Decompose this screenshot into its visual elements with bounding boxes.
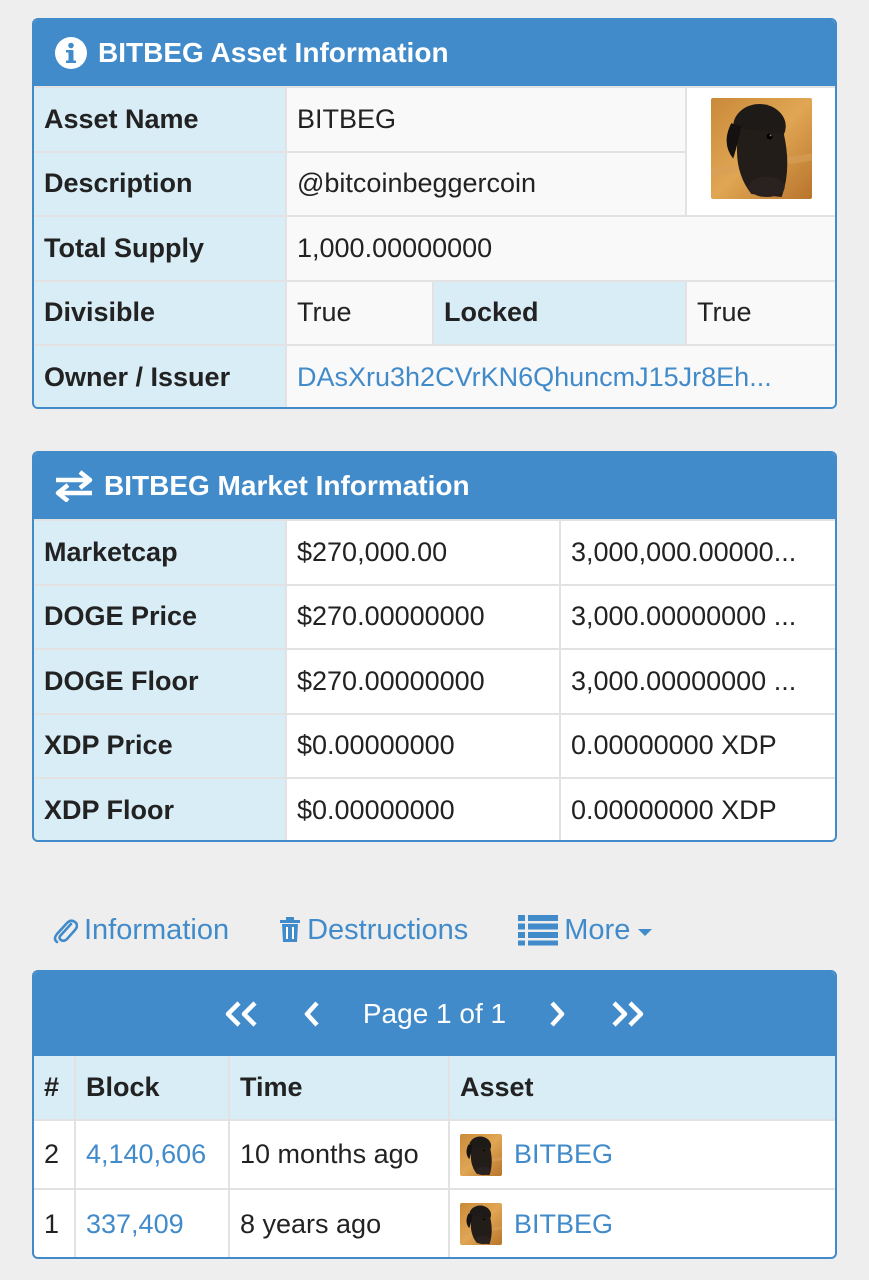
chevron-left-icon	[304, 1001, 319, 1027]
table-row: 2 4,140,606 10 months ago BITBEG	[34, 1119, 835, 1190]
table-row: Divisible True Locked True	[34, 279, 835, 346]
table-row: XDP Price $0.00000000 0.00000000 XDP	[34, 712, 835, 779]
table-row: Total Supply 1,000.00000000	[34, 215, 835, 282]
asset-thumbnail	[460, 1134, 502, 1176]
divisible-label: Divisible	[34, 279, 287, 346]
locked-label: Locked	[432, 279, 687, 346]
market-row-native: 3,000.00000000 ...	[559, 648, 835, 715]
tab-more-dropdown[interactable]: More	[518, 913, 653, 947]
row-number: 1	[34, 1188, 76, 1257]
column-header-time: Time	[228, 1056, 450, 1121]
market-row-usd: $0.00000000	[285, 777, 561, 840]
table-row: Asset Name BITBEG	[34, 86, 835, 217]
paperclip-icon	[52, 916, 78, 944]
row-asset-cell: BITBEG	[448, 1119, 835, 1190]
total-supply-label: Total Supply	[34, 215, 287, 282]
chevron-right-icon	[550, 1001, 565, 1027]
table-row: DOGE Price $270.00000000 3,000.00000000 …	[34, 583, 835, 650]
double-chevron-left-icon	[225, 1001, 257, 1027]
market-panel-header: BITBEG Market Information	[34, 453, 835, 519]
section-tabs: Information Destructions More	[32, 900, 837, 960]
table-row: XDP Floor $0.00000000 0.00000000 XDP	[34, 777, 835, 840]
asset-information-panel: BITBEG Asset Information Asset Name BITB…	[32, 18, 837, 409]
asset-image-cell	[685, 86, 835, 217]
table-row: Marketcap $270,000.00 3,000,000.00000...	[34, 519, 835, 586]
owner-issuer-link[interactable]: DAsXru3h2CVrKN6QhuncmJ15Jr8Eh...	[285, 344, 835, 407]
market-row-native: 0.00000000 XDP	[559, 777, 835, 840]
locked-value: True	[685, 279, 835, 346]
market-row-native: 3,000,000.00000...	[559, 519, 835, 586]
table-row: Owner / Issuer DAsXru3h2CVrKN6QhuncmJ15J…	[34, 344, 835, 407]
table-row: DOGE Floor $270.00000000 3,000.00000000 …	[34, 648, 835, 715]
info-circle-icon	[54, 36, 88, 70]
table-header-row: # Block Time Asset	[34, 1056, 835, 1121]
tab-destructions[interactable]: Destructions	[279, 914, 468, 947]
asset-thumbnail	[460, 1203, 502, 1245]
description-value: @bitcoinbeggercoin	[285, 150, 686, 217]
market-row-label: DOGE Price	[34, 583, 287, 650]
market-row-usd: $270.00000000	[285, 583, 561, 650]
market-row-label: XDP Floor	[34, 777, 287, 840]
market-row-label: Marketcap	[34, 519, 287, 586]
asset-name-value: BITBEG	[285, 86, 687, 153]
market-row-native: 3,000.00000000 ...	[559, 583, 835, 650]
tab-information-label: Information	[84, 913, 230, 946]
owner-issuer-label: Owner / Issuer	[34, 344, 287, 407]
tab-information[interactable]: Information	[52, 914, 229, 947]
row-time: 8 years ago	[228, 1188, 450, 1257]
asset-avatar	[711, 98, 812, 199]
prev-page-button[interactable]	[301, 1000, 323, 1028]
asset-info-table: Asset Name BITBEG Description @bitcoinbe…	[34, 86, 835, 407]
caret-down-icon	[638, 928, 653, 936]
list-icon	[518, 914, 559, 946]
market-info-table: Marketcap $270,000.00 3,000,000.00000...…	[34, 519, 835, 840]
market-panel-title: BITBEG Market Information	[104, 470, 470, 501]
tab-destructions-label: Destructions	[307, 913, 469, 946]
asset-panel-title: BITBEG Asset Information	[98, 37, 449, 68]
row-number: 2	[34, 1119, 76, 1190]
description-label: Description	[34, 150, 287, 217]
double-chevron-right-icon	[612, 1001, 644, 1027]
market-row-usd: $0.00000000	[285, 712, 561, 779]
page-indicator: Page 1 of 1	[362, 998, 507, 1029]
column-header-asset: Asset	[448, 1056, 835, 1121]
asset-link[interactable]: BITBEG	[514, 1139, 613, 1170]
exchange-arrows-icon	[54, 470, 94, 502]
tab-more-label: More	[564, 913, 631, 946]
total-supply-value: 1,000.00000000	[285, 215, 835, 282]
row-asset-cell: BITBEG	[448, 1188, 835, 1257]
asset-name-label: Asset Name	[34, 86, 287, 153]
divisible-value: True	[285, 279, 434, 346]
first-page-button[interactable]	[221, 1000, 261, 1028]
column-header-block: Block	[74, 1056, 230, 1121]
table-row: 1 337,409 8 years ago BITBEG	[34, 1188, 835, 1257]
asset-panel-header: BITBEG Asset Information	[34, 20, 835, 86]
pager: Page 1 of 1	[34, 972, 835, 1056]
history-panel: Page 1 of 1 # Block Time Asset 2 4,140,6…	[32, 970, 837, 1259]
block-link[interactable]: 4,140,606	[74, 1119, 230, 1190]
column-header-number: #	[34, 1056, 76, 1121]
next-page-button[interactable]	[546, 1000, 568, 1028]
row-time: 10 months ago	[228, 1119, 450, 1190]
history-table: # Block Time Asset 2 4,140,606 10 months…	[34, 1056, 835, 1257]
asset-link[interactable]: BITBEG	[514, 1209, 613, 1240]
market-information-panel: BITBEG Market Information Marketcap $270…	[32, 451, 837, 842]
last-page-button[interactable]	[608, 1000, 648, 1028]
market-row-label: XDP Price	[34, 712, 287, 779]
market-row-label: DOGE Floor	[34, 648, 287, 715]
market-row-native: 0.00000000 XDP	[559, 712, 835, 779]
market-row-usd: $270,000.00	[285, 519, 561, 586]
block-link[interactable]: 337,409	[74, 1188, 230, 1257]
trash-icon	[279, 917, 301, 943]
market-row-usd: $270.00000000	[285, 648, 561, 715]
